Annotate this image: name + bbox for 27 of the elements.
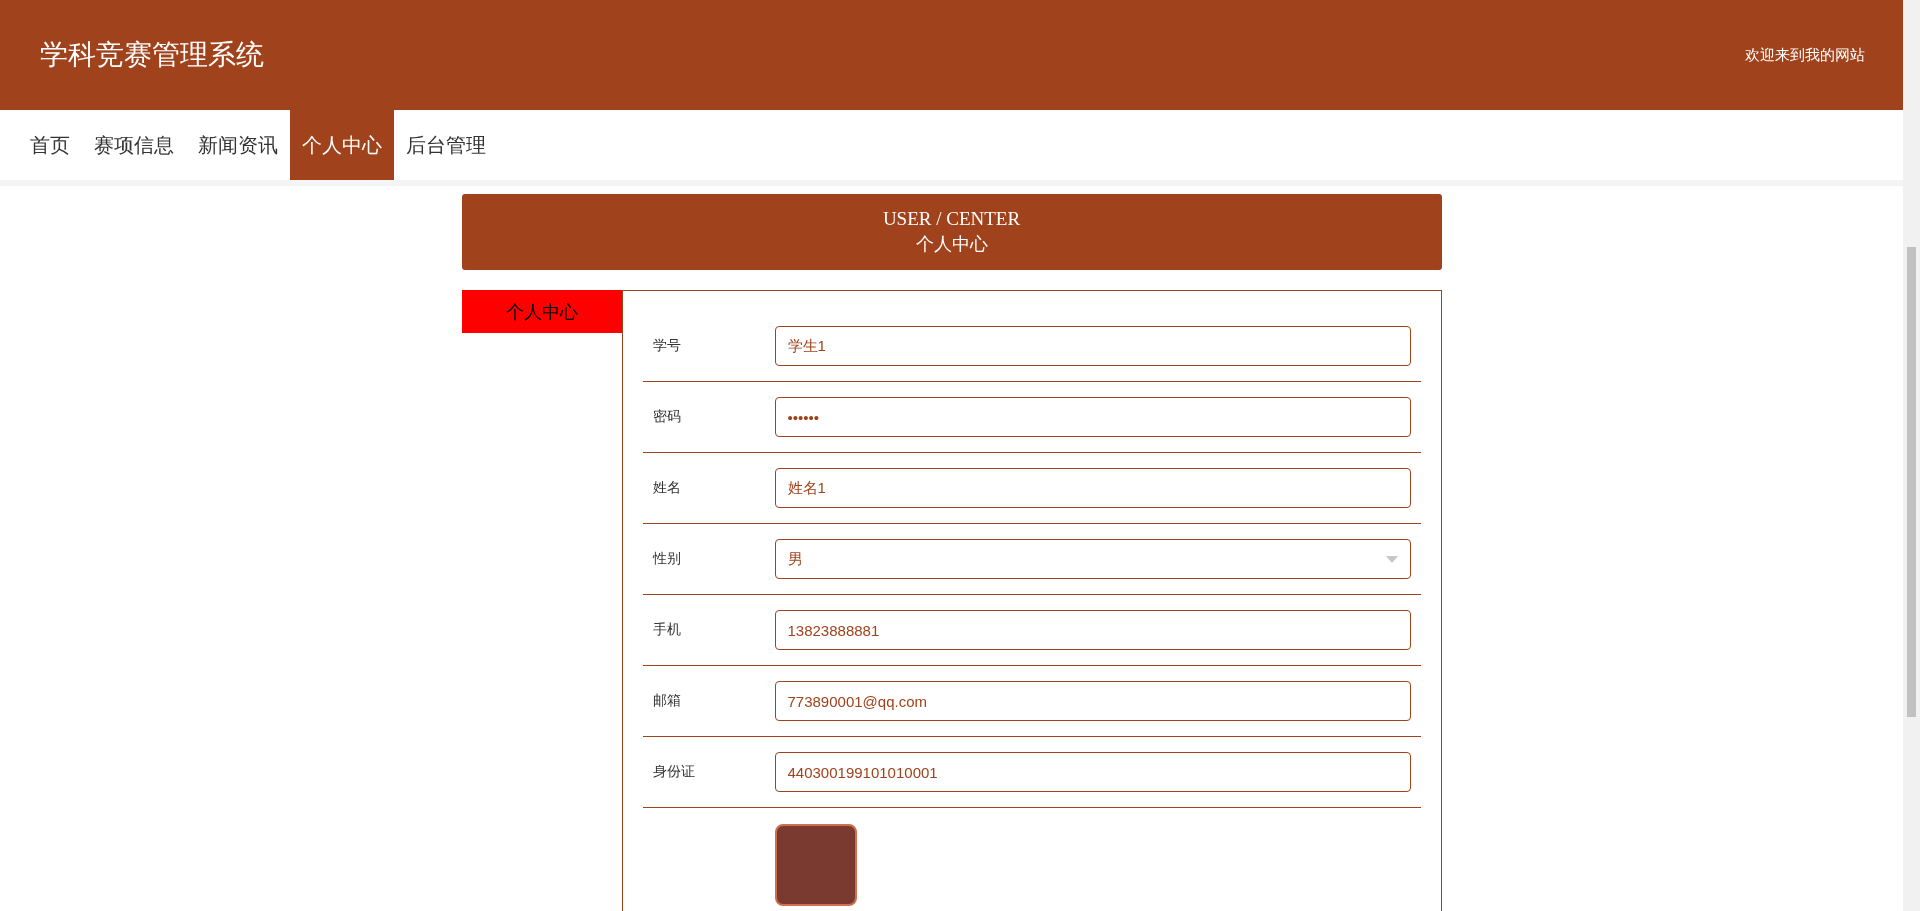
welcome-text: 欢迎来到我的网站 xyxy=(1745,45,1865,65)
input-field[interactable]: 440300199101010001 xyxy=(774,752,1411,792)
input-field[interactable]: 773890001@qq.com xyxy=(774,681,1411,721)
sidebar-item[interactable]: 个人中心 xyxy=(461,290,622,333)
field-label: 邮箱 xyxy=(652,692,682,710)
input-field[interactable]: •••••• xyxy=(774,397,1411,437)
field-label: 身份证 xyxy=(652,763,696,781)
nav-tab[interactable]: 后台管理 xyxy=(394,110,498,180)
field-label: 密码 xyxy=(652,408,682,426)
banner-subtitle: 个人中心 xyxy=(915,233,988,256)
nav-tab[interactable]: 个人中心 xyxy=(290,110,394,180)
nav-tab[interactable]: 首页 xyxy=(18,110,82,180)
scrollbar-thumb[interactable] xyxy=(1907,247,1916,717)
field-label: 姓名 xyxy=(652,479,682,497)
scrollbar[interactable] xyxy=(1903,0,1920,911)
banner-title: USER / CENTER xyxy=(882,208,1021,230)
input-field[interactable]: 姓名1 xyxy=(774,468,1411,508)
field-label: 性别 xyxy=(652,550,682,568)
input-field[interactable]: 学生1 xyxy=(774,326,1411,366)
site-title: 学科竞赛管理系统 xyxy=(40,38,264,72)
nav-tab[interactable]: 赛项信息 xyxy=(82,110,186,180)
field-label: 手机 xyxy=(652,621,682,639)
nav-tab[interactable]: 新闻资讯 xyxy=(186,110,290,180)
field-label: 学号 xyxy=(652,337,682,355)
input-field[interactable]: 13823888881 xyxy=(774,610,1411,650)
select-field[interactable]: 男 xyxy=(774,539,1411,579)
caret-icon xyxy=(1385,555,1398,563)
